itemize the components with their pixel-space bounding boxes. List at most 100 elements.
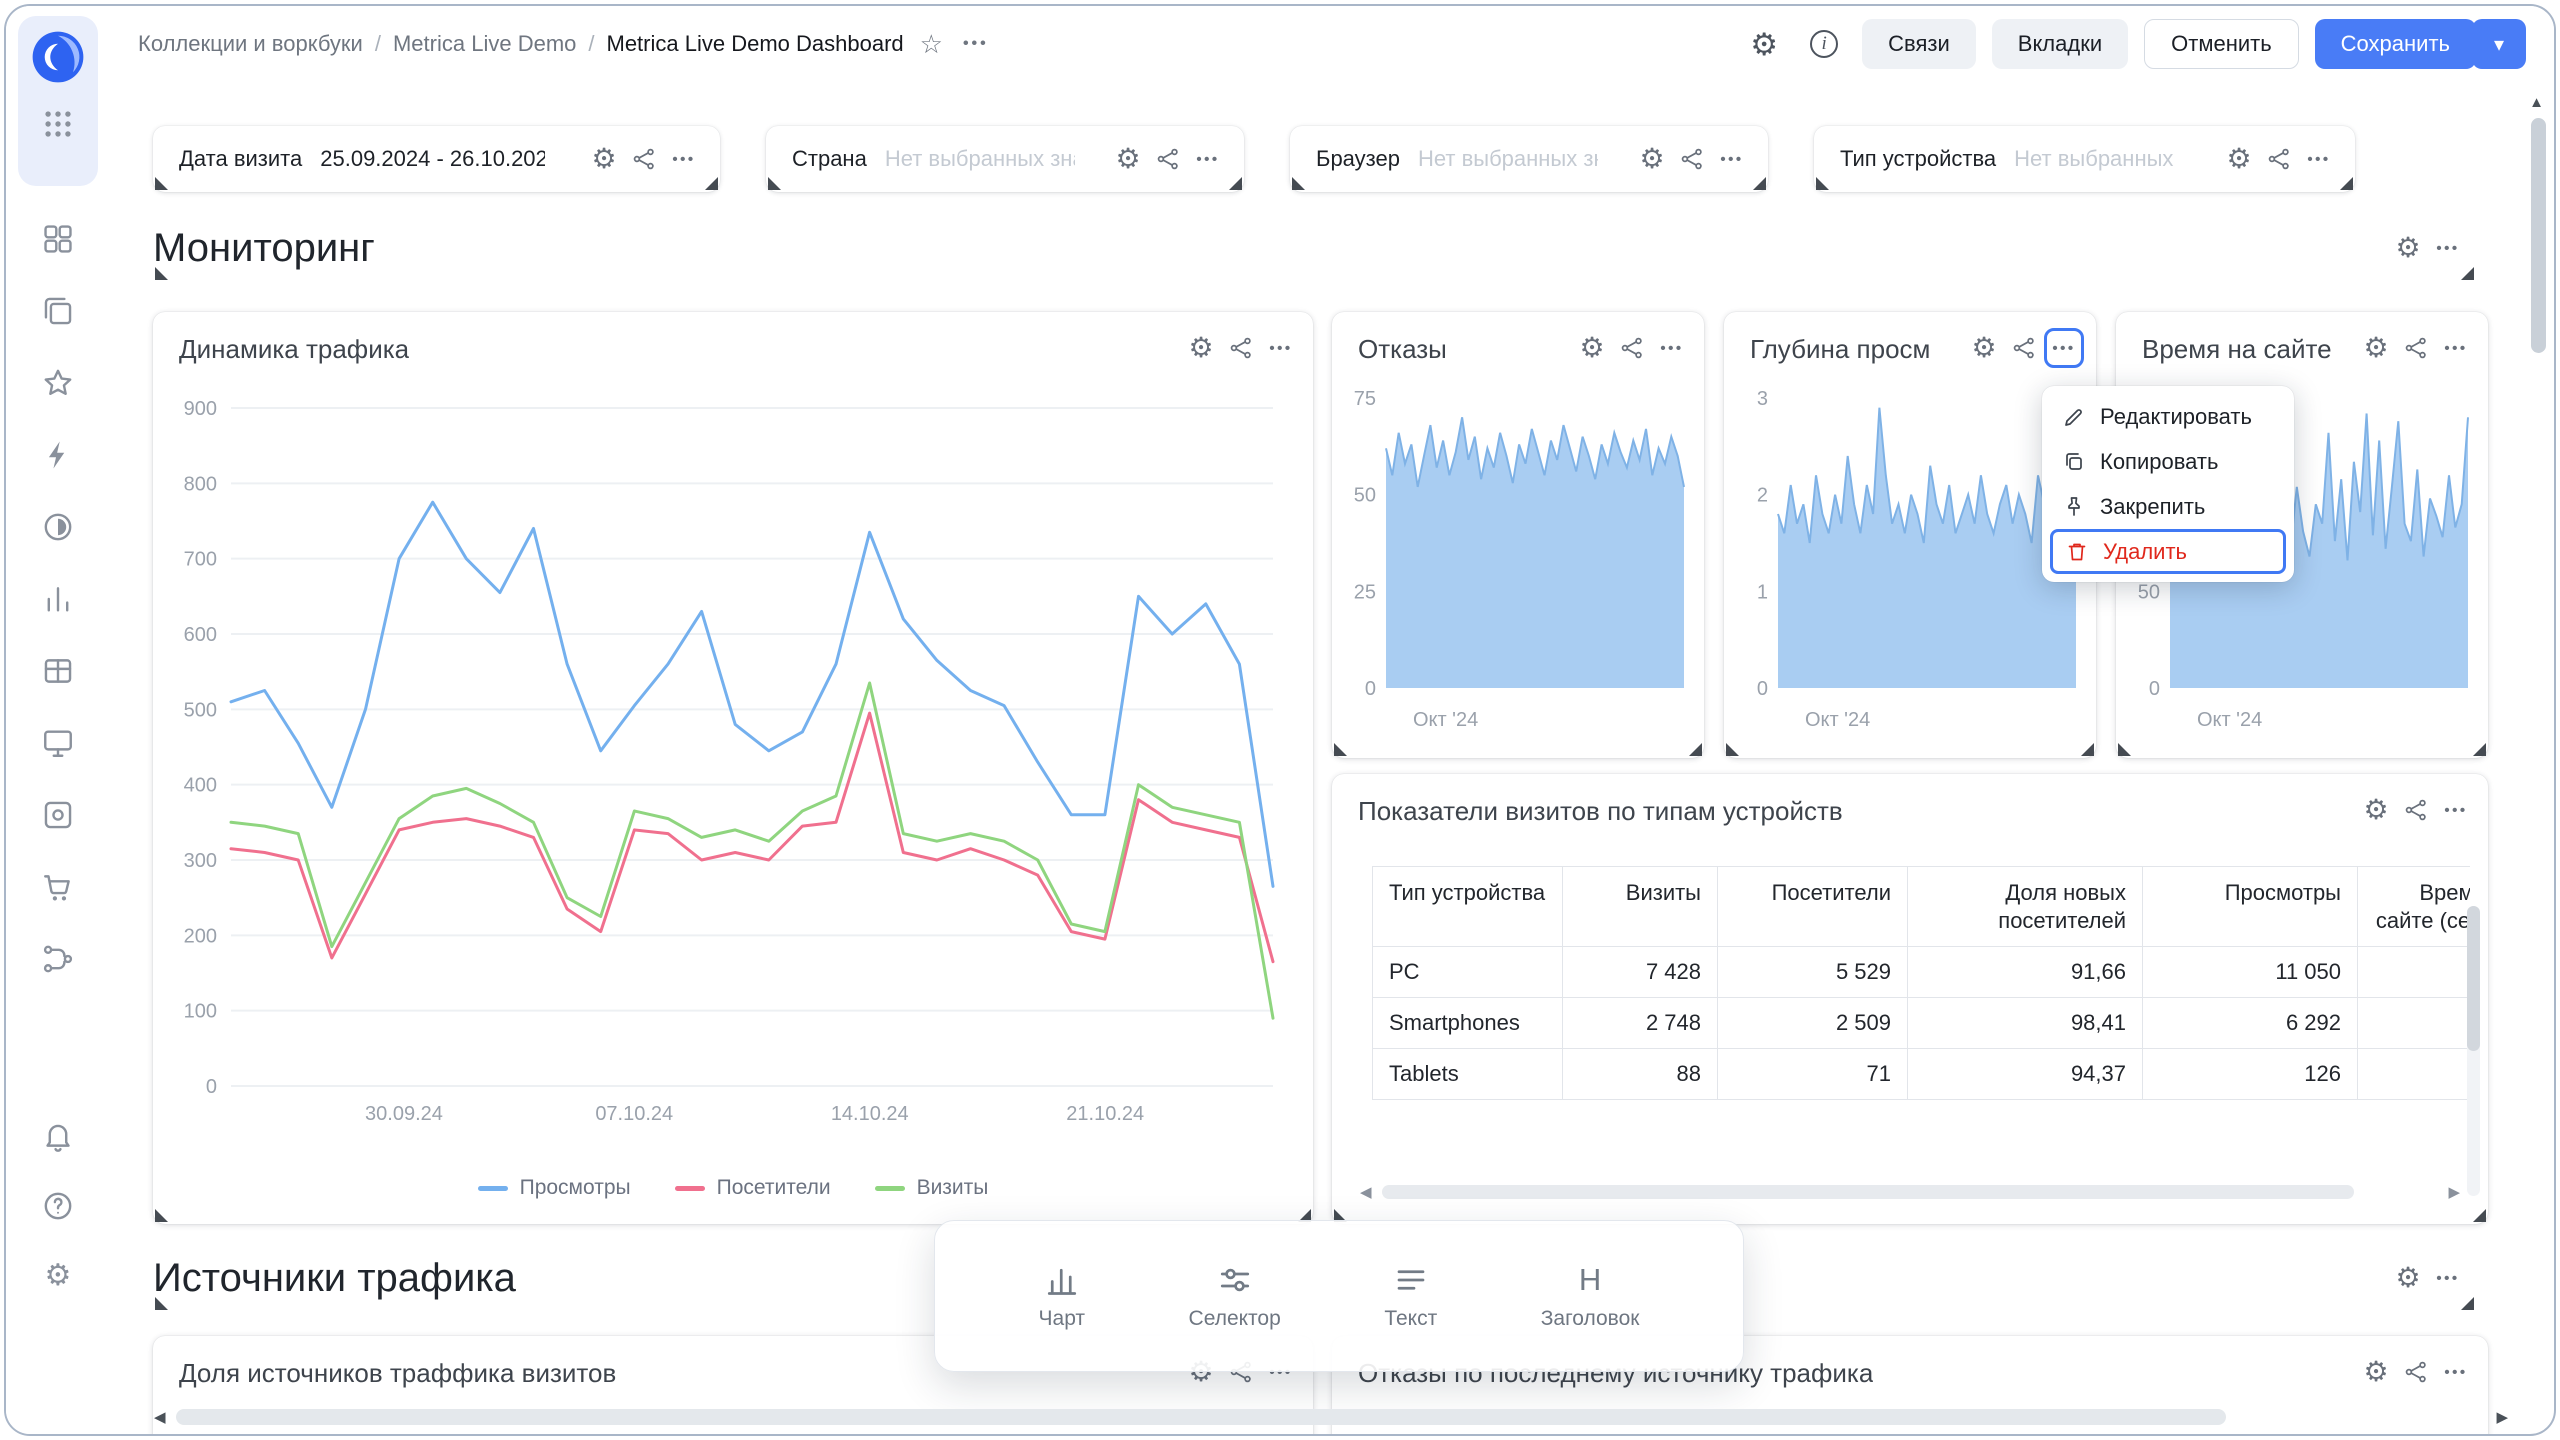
menu-item-copy[interactable]: Копировать <box>2050 439 2286 484</box>
add-selector-button[interactable]: Селектор <box>1189 1262 1281 1331</box>
table-vertical-scrollbar[interactable] <box>2467 906 2480 1196</box>
relations-icon[interactable] <box>2396 790 2436 830</box>
dashboards-icon[interactable] <box>40 221 76 257</box>
gear-icon[interactable] <box>2356 790 2396 830</box>
svg-text:Окт '24: Окт '24 <box>1805 709 1870 731</box>
datalens-logo[interactable] <box>29 28 87 86</box>
favorite-star-icon[interactable]: ☆ <box>920 29 943 60</box>
collections-icon[interactable] <box>40 293 76 329</box>
more-icon[interactable] <box>2299 139 2339 179</box>
tabs-button[interactable]: Вкладки <box>1992 19 2128 69</box>
depth-area-chart: 0123Окт '24 <box>1728 382 2088 742</box>
gear-icon[interactable] <box>1632 139 1672 179</box>
relations-icon[interactable] <box>1612 328 1652 368</box>
gear-icon[interactable] <box>1964 328 2004 368</box>
device-type-select[interactable]: Нет выбранных значений <box>2014 146 2176 172</box>
device-stats-widget: Показатели визитов по типам устройств Ти… <box>1332 774 2488 1224</box>
more-icon[interactable] <box>1652 328 1692 368</box>
chart-legend: Просмотры Посетители Визиты <box>153 1176 1313 1200</box>
gear-icon[interactable] <box>2356 1352 2396 1392</box>
gear-icon[interactable] <box>2388 1258 2428 1298</box>
tool-label: Селектор <box>1189 1307 1281 1331</box>
horizontal-scrollbar-thumb[interactable] <box>176 1409 2226 1425</box>
legend-item[interactable]: Визиты <box>875 1176 989 1200</box>
table-header-cell: Тип устройства <box>1373 867 1563 947</box>
scroll-right-icon[interactable]: ▶ <box>2448 1183 2460 1201</box>
bounces-area-chart: 0255075Окт '24 <box>1336 382 1696 742</box>
relations-button[interactable]: Связи <box>1862 19 1976 69</box>
more-icon[interactable] <box>1261 328 1301 368</box>
help-icon[interactable] <box>40 1188 76 1224</box>
more-icon[interactable] <box>664 139 704 179</box>
gear-icon[interactable] <box>1572 328 1612 368</box>
add-heading-button[interactable]: H Заголовок <box>1541 1262 1640 1331</box>
country-select[interactable]: Нет выбранных значений <box>885 146 1075 172</box>
more-icon[interactable] <box>2428 228 2468 268</box>
gear-icon[interactable] <box>1181 328 1221 368</box>
info-icon[interactable]: i <box>1802 22 1846 66</box>
relations-icon[interactable] <box>1672 139 1712 179</box>
menu-item-delete[interactable]: Удалить <box>2050 529 2286 574</box>
datasets-table-icon[interactable] <box>40 653 76 689</box>
relations-icon[interactable] <box>2396 328 2436 368</box>
gear-icon[interactable] <box>2356 328 2396 368</box>
lightning-icon[interactable] <box>40 437 76 473</box>
legend-item[interactable]: Просмотры <box>478 1176 631 1200</box>
relations-icon[interactable] <box>2396 1352 2436 1392</box>
more-icon[interactable] <box>1188 139 1228 179</box>
charts-icon[interactable] <box>40 581 76 617</box>
browser-select[interactable]: Нет выбранных значений <box>1418 146 1598 172</box>
vertical-scrollbar-thumb[interactable] <box>2531 118 2546 353</box>
filter-device-widget: Тип устройства Нет выбранных значений <box>1814 126 2355 192</box>
menu-item-pin[interactable]: Закрепить <box>2050 484 2286 529</box>
marketplace-cart-icon[interactable] <box>40 869 76 905</box>
relations-icon[interactable] <box>1221 328 1261 368</box>
bounces-widget: Отказы 0255075Окт '24 <box>1332 312 1704 758</box>
menu-item-edit[interactable]: Редактировать <box>2050 394 2286 439</box>
add-text-button[interactable]: Текст <box>1384 1262 1437 1331</box>
relations-icon[interactable] <box>2004 328 2044 368</box>
breadcrumb-collections[interactable]: Коллекции и воркбуки <box>138 31 363 57</box>
more-icon[interactable] <box>2436 328 2476 368</box>
more-icon[interactable] <box>2428 1258 2468 1298</box>
breadcrumb-more-icon[interactable]: ••• <box>963 35 989 53</box>
copy-icon <box>2062 450 2086 474</box>
flow-icon[interactable] <box>40 941 76 977</box>
more-icon[interactable] <box>2436 790 2476 830</box>
relations-icon[interactable] <box>1148 139 1188 179</box>
relations-icon[interactable] <box>624 139 664 179</box>
bell-icon[interactable] <box>40 1118 76 1154</box>
breadcrumb-workbook[interactable]: Metrica Live Demo <box>393 31 576 57</box>
more-icon[interactable] <box>1712 139 1752 179</box>
save-dropdown-button[interactable]: ▾ <box>2472 19 2526 69</box>
settings-gear-icon[interactable] <box>40 1258 76 1294</box>
more-icon-active[interactable] <box>2044 328 2084 368</box>
apps-grid-icon[interactable] <box>40 106 76 142</box>
scroll-up-icon[interactable]: ▲ <box>2529 94 2544 111</box>
scroll-right-icon[interactable]: ▶ <box>2496 1408 2508 1426</box>
table-cell <box>2358 947 2471 998</box>
scroll-left-icon[interactable]: ◀ <box>1360 1183 1372 1201</box>
more-icon[interactable] <box>2436 1352 2476 1392</box>
tool-label: Чарт <box>1039 1307 1086 1331</box>
relations-icon[interactable] <box>2259 139 2299 179</box>
table-cell: 88 <box>1563 1049 1718 1100</box>
date-range-value[interactable]: 25.09.2024 - 26.10.2024 <box>320 146 545 172</box>
dashboard-settings-gear-icon[interactable] <box>1742 22 1786 66</box>
table-hscroll-thumb[interactable] <box>1382 1185 2354 1199</box>
monitor-icon[interactable] <box>40 725 76 761</box>
scroll-left-icon[interactable]: ◀ <box>154 1408 166 1426</box>
legend-item[interactable]: Посетители <box>675 1176 831 1200</box>
menu-item-label: Редактировать <box>2100 404 2252 430</box>
save-button[interactable]: Сохранить <box>2315 19 2476 69</box>
add-chart-button[interactable]: Чарт <box>1039 1262 1086 1331</box>
gear-icon[interactable] <box>2219 139 2259 179</box>
cancel-button[interactable]: Отменить <box>2144 19 2299 69</box>
favorites-star-icon[interactable] <box>40 365 76 401</box>
datalens-mark-icon[interactable] <box>40 509 76 545</box>
gear-icon[interactable] <box>1108 139 1148 179</box>
gear-icon[interactable] <box>584 139 624 179</box>
storage-box-icon[interactable] <box>40 797 76 833</box>
table-cell: 2 748 <box>1563 998 1718 1049</box>
gear-icon[interactable] <box>2388 228 2428 268</box>
